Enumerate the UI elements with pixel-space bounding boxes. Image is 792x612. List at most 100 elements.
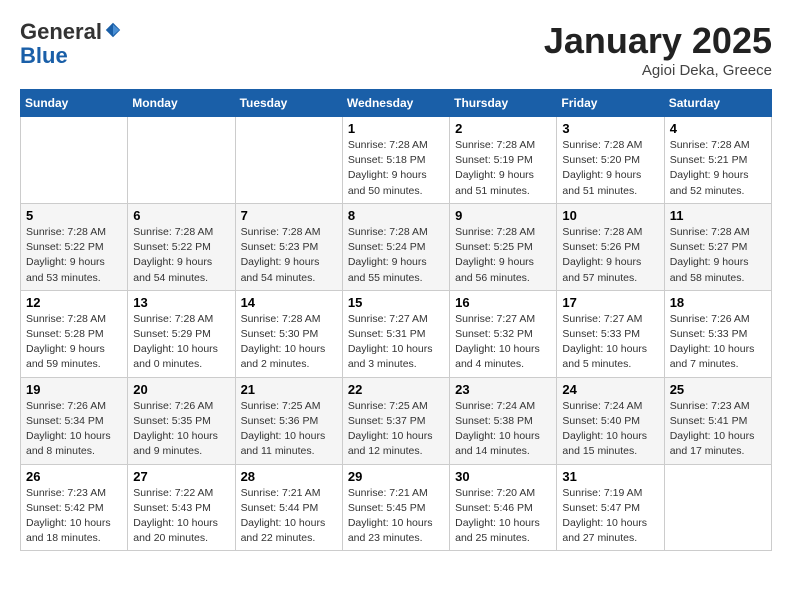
day-number: 1 [348,121,444,136]
day-number: 24 [562,382,658,397]
day-info: Sunrise: 7:28 AMSunset: 5:29 PMDaylight:… [133,312,229,373]
month-title: January 2025 [544,20,772,62]
day-info: Sunrise: 7:22 AMSunset: 5:43 PMDaylight:… [133,486,229,547]
day-number: 4 [670,121,766,136]
calendar-cell: 25 Sunrise: 7:23 AMSunset: 5:41 PMDayligh… [664,377,771,464]
day-number: 6 [133,208,229,223]
calendar-cell: 4 Sunrise: 7:28 AMSunset: 5:21 PMDaylight… [664,117,771,204]
weekday-header: Wednesday [342,90,449,117]
weekday-header: Tuesday [235,90,342,117]
day-info: Sunrise: 7:28 AMSunset: 5:18 PMDaylight:… [348,138,444,199]
day-number: 13 [133,295,229,310]
calendar-cell [21,117,128,204]
title-block: January 2025 Agioi Deka, Greece [544,20,772,79]
day-info: Sunrise: 7:28 AMSunset: 5:21 PMDaylight:… [670,138,766,199]
calendar-cell: 8Sunrise: 7:28 AMSunset: 5:24 PMDaylight… [342,203,449,290]
day-number: 7 [241,208,337,223]
weekday-header: Sunday [21,90,128,117]
calendar-cell: 23Sunrise: 7:24 AMSunset: 5:38 PMDayligh… [450,377,557,464]
calendar-cell: 19 Sunrise: 7:26 AMSunset: 5:34 PMDayligh… [21,377,128,464]
calendar-cell: 31Sunrise: 7:19 AMSunset: 5:47 PMDayligh… [557,464,664,551]
day-number: 21 [241,382,337,397]
day-number: 9 [455,208,551,223]
day-info: Sunrise: 7:26 AMSunset: 5:35 PMDaylight:… [133,399,229,460]
calendar-cell: 20 Sunrise: 7:26 AMSunset: 5:35 PMDayligh… [128,377,235,464]
day-info: Sunrise: 7:28 AMSunset: 5:30 PMDaylight:… [241,312,337,373]
day-number: 25 [670,382,766,397]
day-number: 14 [241,295,337,310]
calendar-cell: 28 Sunrise: 7:21 AMSunset: 5:44 PMDayligh… [235,464,342,551]
calendar-cell: 2Sunrise: 7:28 AMSunset: 5:19 PMDaylight… [450,117,557,204]
day-number: 20 [133,382,229,397]
weekday-header: Friday [557,90,664,117]
logo-general-text: General [20,19,102,44]
calendar-cell: 24 Sunrise: 7:24 AMSunset: 5:40 PMDayligh… [557,377,664,464]
calendar-cell: 16 Sunrise: 7:27 AMSunset: 5:32 PMDayligh… [450,290,557,377]
day-number: 29 [348,469,444,484]
day-info: Sunrise: 7:28 AMSunset: 5:20 PMDaylight:… [562,138,658,199]
day-info: Sunrise: 7:28 AMSunset: 5:26 PMDaylight:… [562,225,658,286]
calendar-cell: 18Sunrise: 7:26 AMSunset: 5:33 PMDayligh… [664,290,771,377]
calendar-cell: 22Sunrise: 7:25 AMSunset: 5:37 PMDayligh… [342,377,449,464]
day-number: 30 [455,469,551,484]
day-info: Sunrise: 7:28 AMSunset: 5:27 PMDaylight:… [670,225,766,286]
day-number: 26 [26,469,122,484]
page-header: General Blue January 2025 Agioi Deka, Gr… [20,20,772,79]
day-info: Sunrise: 7:24 AMSunset: 5:40 PMDaylight:… [562,399,658,460]
day-info: Sunrise: 7:25 AMSunset: 5:36 PMDaylight:… [241,399,337,460]
calendar-cell [664,464,771,551]
location: Agioi Deka, Greece [544,62,772,79]
calendar-cell: 11 Sunrise: 7:28 AMSunset: 5:27 PMDayligh… [664,203,771,290]
calendar-cell: 3Sunrise: 7:28 AMSunset: 5:20 PMDaylight… [557,117,664,204]
day-info: Sunrise: 7:21 AMSunset: 5:45 PMDaylight:… [348,486,444,547]
calendar-cell: 27 Sunrise: 7:22 AMSunset: 5:43 PMDayligh… [128,464,235,551]
calendar-cell: 15Sunrise: 7:27 AMSunset: 5:31 PMDayligh… [342,290,449,377]
day-number: 27 [133,469,229,484]
day-info: Sunrise: 7:28 AMSunset: 5:28 PMDaylight:… [26,312,122,373]
day-info: Sunrise: 7:21 AMSunset: 5:44 PMDaylight:… [241,486,337,547]
day-info: Sunrise: 7:28 AMSunset: 5:22 PMDaylight:… [26,225,122,286]
calendar-cell: 30 Sunrise: 7:20 AMSunset: 5:46 PMDayligh… [450,464,557,551]
calendar-body: 1 Sunrise: 7:28 AMSunset: 5:18 PMDaylight… [21,117,772,551]
calendar-cell: 7 Sunrise: 7:28 AMSunset: 5:23 PMDaylight… [235,203,342,290]
day-number: 23 [455,382,551,397]
day-number: 18 [670,295,766,310]
calendar-cell: 14 Sunrise: 7:28 AMSunset: 5:30 PMDayligh… [235,290,342,377]
day-info: Sunrise: 7:20 AMSunset: 5:46 PMDaylight:… [455,486,551,547]
calendar-week-row: 12Sunrise: 7:28 AMSunset: 5:28 PMDayligh… [21,290,772,377]
day-number: 16 [455,295,551,310]
day-info: Sunrise: 7:27 AMSunset: 5:32 PMDaylight:… [455,312,551,373]
day-number: 11 [670,208,766,223]
logo-icon [104,21,122,39]
day-info: Sunrise: 7:28 AMSunset: 5:24 PMDaylight:… [348,225,444,286]
weekday-header: Monday [128,90,235,117]
calendar-cell: 17Sunrise: 7:27 AMSunset: 5:33 PMDayligh… [557,290,664,377]
day-info: Sunrise: 7:28 AMSunset: 5:22 PMDaylight:… [133,225,229,286]
calendar-cell [235,117,342,204]
day-number: 5 [26,208,122,223]
calendar-week-row: 1 Sunrise: 7:28 AMSunset: 5:18 PMDaylight… [21,117,772,204]
day-info: Sunrise: 7:27 AMSunset: 5:31 PMDaylight:… [348,312,444,373]
calendar-cell: 29 Sunrise: 7:21 AMSunset: 5:45 PMDayligh… [342,464,449,551]
calendar-cell: 10Sunrise: 7:28 AMSunset: 5:26 PMDayligh… [557,203,664,290]
day-info: Sunrise: 7:28 AMSunset: 5:23 PMDaylight:… [241,225,337,286]
day-number: 31 [562,469,658,484]
weekday-header: Saturday [664,90,771,117]
calendar-cell: 21 Sunrise: 7:25 AMSunset: 5:36 PMDayligh… [235,377,342,464]
logo: General Blue [20,20,122,68]
calendar-week-row: 26 Sunrise: 7:23 AMSunset: 5:42 PMDayligh… [21,464,772,551]
day-number: 19 [26,382,122,397]
day-info: Sunrise: 7:23 AMSunset: 5:42 PMDaylight:… [26,486,122,547]
day-info: Sunrise: 7:26 AMSunset: 5:34 PMDaylight:… [26,399,122,460]
day-info: Sunrise: 7:28 AMSunset: 5:19 PMDaylight:… [455,138,551,199]
calendar-week-row: 19 Sunrise: 7:26 AMSunset: 5:34 PMDayligh… [21,377,772,464]
weekday-header: Thursday [450,90,557,117]
day-info: Sunrise: 7:23 AMSunset: 5:41 PMDaylight:… [670,399,766,460]
day-number: 17 [562,295,658,310]
day-number: 28 [241,469,337,484]
day-info: Sunrise: 7:25 AMSunset: 5:37 PMDaylight:… [348,399,444,460]
logo-blue-text: Blue [20,43,68,68]
calendar-cell: 1 Sunrise: 7:28 AMSunset: 5:18 PMDaylight… [342,117,449,204]
calendar-cell: 5 Sunrise: 7:28 AMSunset: 5:22 PMDaylight… [21,203,128,290]
calendar-header-row: SundayMondayTuesdayWednesdayThursdayFrid… [21,90,772,117]
